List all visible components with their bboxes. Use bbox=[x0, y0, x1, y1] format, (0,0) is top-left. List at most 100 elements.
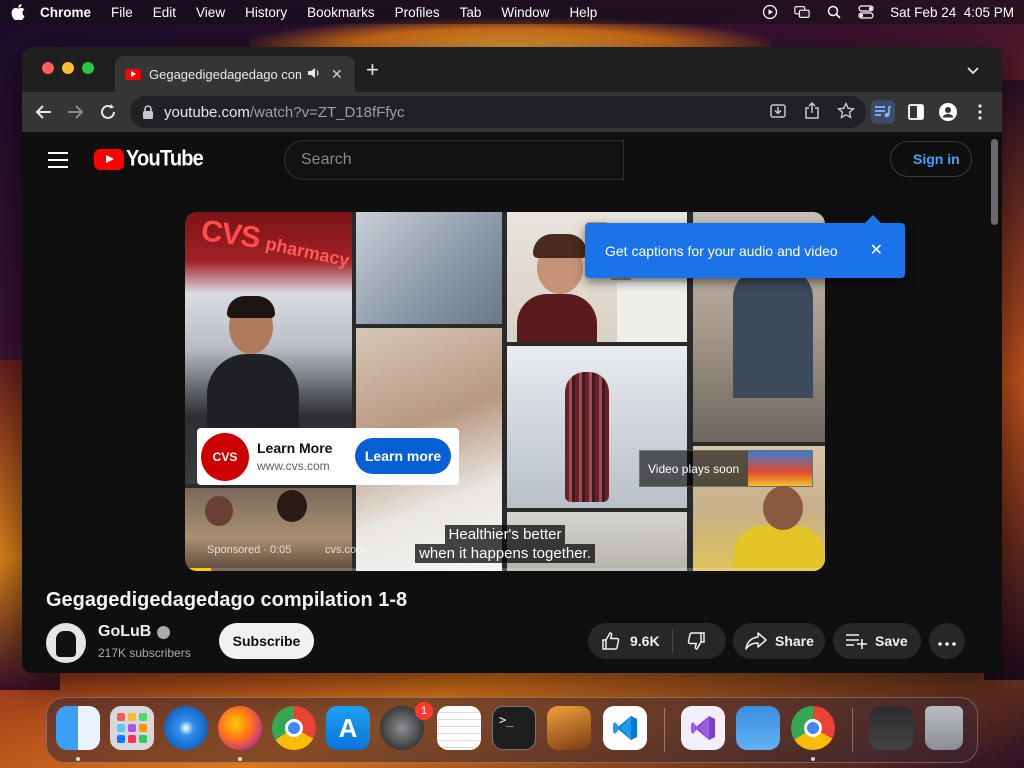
search-box[interactable] bbox=[284, 140, 624, 180]
menu-tab[interactable]: Tab bbox=[460, 5, 482, 20]
visual-studio-icon[interactable] bbox=[681, 706, 725, 750]
address-bar[interactable]: youtube.com /watch?v=ZT_D18fFfyc bbox=[130, 96, 866, 128]
thumbs-up-icon bbox=[600, 630, 622, 652]
tooltip-text: Get captions for your audio and video bbox=[605, 242, 838, 259]
menu-edit[interactable]: Edit bbox=[153, 5, 176, 20]
like-button[interactable]: 9.6K bbox=[588, 630, 660, 652]
menu-window[interactable]: Window bbox=[501, 5, 549, 20]
screen-snapshot-icon[interactable] bbox=[869, 706, 913, 750]
garageband-icon[interactable] bbox=[547, 706, 591, 750]
control-center-icon[interactable] bbox=[858, 4, 874, 20]
caption-line-1: Healthier's better bbox=[444, 525, 566, 544]
new-tab-button[interactable]: + bbox=[366, 59, 379, 81]
finder-icon[interactable] bbox=[56, 706, 100, 750]
terminal-icon[interactable]: >_ bbox=[492, 706, 536, 750]
menu-history[interactable]: History bbox=[245, 5, 287, 20]
youtube-wordmark: YouTube bbox=[126, 146, 204, 172]
ad-frame-hands bbox=[356, 212, 502, 324]
media-controls-icon[interactable] bbox=[871, 100, 895, 124]
launchpad-icon[interactable] bbox=[110, 706, 154, 750]
ad-overlay-card[interactable]: CVS Learn More www.cvs.com Learn more bbox=[197, 428, 459, 485]
more-actions-button[interactable] bbox=[929, 623, 965, 659]
like-count: 9.6K bbox=[630, 633, 660, 649]
menu-datetime[interactable]: Sat Feb 24 4:05 PM bbox=[890, 5, 1014, 20]
menu-bookmarks[interactable]: Bookmarks bbox=[307, 5, 375, 20]
trash-icon[interactable] bbox=[925, 706, 963, 750]
browser-toolbar: youtube.com /watch?v=ZT_D18fFfyc bbox=[22, 92, 1002, 132]
weather-icon[interactable] bbox=[736, 706, 780, 750]
subscriber-count: 217K subscribers bbox=[98, 646, 191, 660]
bookmark-star-icon[interactable] bbox=[836, 101, 856, 121]
youtube-logo[interactable]: YouTube bbox=[94, 146, 204, 172]
url-path: /watch?v=ZT_D18fFfyc bbox=[249, 103, 405, 121]
channel-name[interactable]: GoLuB bbox=[98, 623, 151, 641]
youtube-page: YouTube Sign in Get captions for your au… bbox=[22, 132, 1002, 673]
subscribe-button[interactable]: Subscribe bbox=[219, 623, 314, 659]
tab-close-icon[interactable]: ✕ bbox=[331, 66, 343, 83]
textedit-icon[interactable] bbox=[437, 706, 481, 750]
video-caption: Healthier's better when it happens toget… bbox=[409, 525, 601, 563]
vscode-icon[interactable] bbox=[603, 706, 647, 750]
share-icon[interactable] bbox=[802, 101, 822, 121]
chrome-icon-2[interactable] bbox=[791, 706, 835, 750]
caption-line-2: when it happens together. bbox=[415, 544, 595, 563]
minimize-window-button[interactable] bbox=[62, 62, 74, 74]
captions-tooltip: Get captions for your audio and video ✕ bbox=[585, 215, 905, 278]
page-scrollbar[interactable] bbox=[991, 139, 998, 225]
spotlight-search-icon[interactable] bbox=[826, 4, 842, 20]
channel-name-row[interactable]: GoLuB bbox=[98, 623, 171, 641]
apple-icon[interactable] bbox=[10, 4, 26, 20]
safari-icon[interactable] bbox=[164, 706, 208, 750]
chrome-window: Gegagedigedagedago compilation 1-8 - You… bbox=[22, 47, 1002, 673]
window-controls bbox=[42, 62, 94, 74]
menu-file[interactable]: File bbox=[111, 5, 133, 20]
menu-app-name[interactable]: Chrome bbox=[40, 5, 91, 20]
install-app-icon[interactable] bbox=[768, 101, 788, 121]
channel-avatar[interactable] bbox=[46, 623, 86, 663]
tab-search-chevron-icon[interactable] bbox=[966, 63, 980, 77]
playlist-add-icon bbox=[845, 630, 867, 652]
video-title: Gegagedigedagedago compilation 1-8 bbox=[46, 589, 408, 611]
close-window-button[interactable] bbox=[42, 62, 54, 74]
firefox-icon[interactable] bbox=[218, 706, 262, 750]
ad-url: www.cvs.com bbox=[257, 459, 330, 473]
tooltip-close-icon[interactable]: ✕ bbox=[870, 240, 883, 260]
share-arrow-icon bbox=[745, 630, 767, 652]
share-button[interactable]: Share bbox=[733, 623, 825, 659]
video-plays-soon-preview[interactable]: Video plays soon bbox=[639, 450, 813, 487]
ad-progress-bar bbox=[185, 568, 825, 571]
verified-icon bbox=[157, 625, 171, 639]
screen-mirroring-icon[interactable] bbox=[794, 4, 810, 20]
menu-profiles[interactable]: Profiles bbox=[395, 5, 440, 20]
tab-audio-icon[interactable] bbox=[307, 67, 321, 82]
ad-title: Learn More bbox=[257, 440, 333, 456]
sign-in-button[interactable]: Sign in bbox=[890, 141, 972, 177]
advertiser-link[interactable]: cvs.com bbox=[325, 544, 365, 556]
side-panel-icon[interactable] bbox=[904, 100, 928, 124]
media-play-icon[interactable] bbox=[762, 4, 778, 20]
chrome-icon[interactable] bbox=[272, 706, 316, 750]
learn-more-button[interactable]: Learn more bbox=[355, 438, 451, 474]
save-label: Save bbox=[875, 633, 908, 649]
menu-help[interactable]: Help bbox=[569, 5, 597, 20]
reload-button[interactable] bbox=[96, 100, 120, 124]
menu-view[interactable]: View bbox=[196, 5, 225, 20]
search-input[interactable] bbox=[301, 151, 601, 169]
app-store-icon[interactable]: A bbox=[326, 706, 370, 750]
site-info-icon[interactable] bbox=[142, 105, 156, 119]
back-button[interactable] bbox=[32, 100, 56, 124]
zoom-window-button[interactable] bbox=[82, 62, 94, 74]
guide-menu-icon[interactable] bbox=[48, 152, 68, 168]
more-menu-icon[interactable] bbox=[968, 100, 992, 124]
browser-tab[interactable]: Gegagedigedagedago compilation 1-8 - You… bbox=[115, 56, 355, 92]
dislike-button[interactable] bbox=[685, 630, 707, 652]
upcoming-video-thumbnail bbox=[748, 451, 812, 486]
notification-badge: 1 bbox=[415, 702, 433, 720]
save-button[interactable]: Save bbox=[833, 623, 921, 659]
menu-bar: Chrome File Edit View History Bookmarks … bbox=[0, 0, 1024, 24]
like-dislike-group: 9.6K bbox=[588, 623, 726, 659]
more-horizontal-icon bbox=[938, 633, 956, 649]
share-label: Share bbox=[775, 633, 814, 649]
forward-button[interactable] bbox=[63, 100, 87, 124]
profile-icon[interactable] bbox=[936, 100, 960, 124]
